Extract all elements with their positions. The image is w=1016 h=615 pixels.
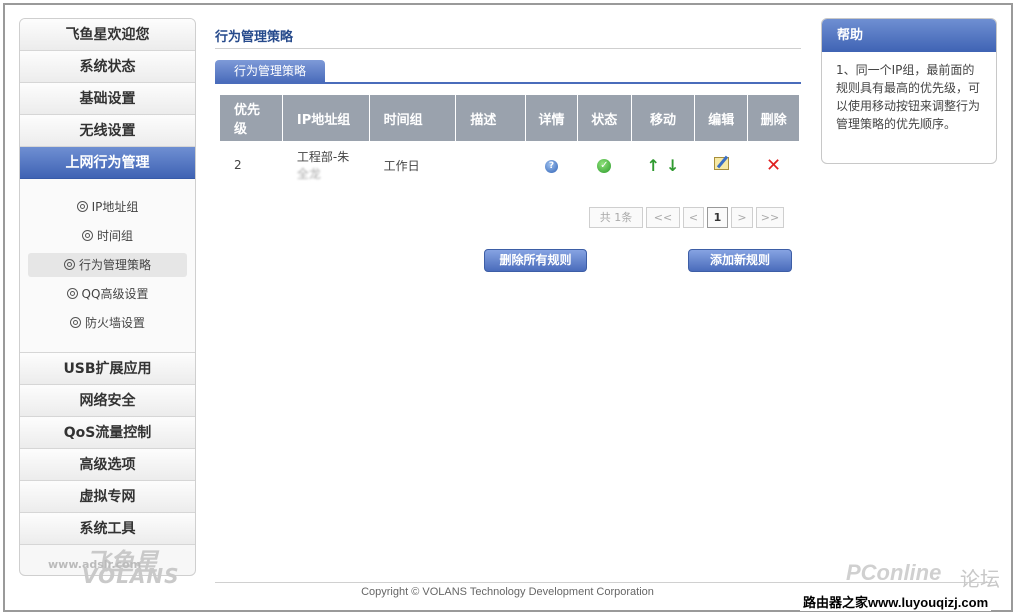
title-divider [215,48,801,49]
col-move: 移动 [631,95,695,141]
col-status: 状态 [577,95,631,141]
menu-system-tools[interactable]: 系统工具 [20,513,195,545]
menu-system-status[interactable]: 系统状态 [20,51,195,83]
table-header-row: 优先级 IP地址组 时间组 描述 详情 状态 移动 编辑 删除 [220,95,799,141]
pager-current-page[interactable]: 1 [707,207,728,228]
sub-item-qq-advanced[interactable]: QQ高级设置 [28,282,187,306]
brand-en: VOLANS [82,564,180,588]
menu-welcome[interactable]: 飞鱼星欢迎您 [20,19,195,51]
delete-all-rules-button[interactable]: 删除所有规则 [484,249,587,272]
col-ip-group: IP地址组 [282,95,369,141]
submenu-behavior: IP地址组 时间组 行为管理策略 QQ高级设置 防火墙设置 [20,179,195,353]
cell-time-group: 工作日 [383,158,420,173]
help-text: 1、同一个IP组，最前面的规则具有最高的优先级，可以使用移动按钮来调整行为管理策… [836,63,981,131]
sub-item-time-group[interactable]: 时间组 [28,224,187,248]
rules-table: 优先级 IP地址组 时间组 描述 详情 状态 移动 编辑 删除 2 工程部-朱全… [219,94,800,189]
sidebar: 飞鱼星欢迎您 系统状态 基础设置 无线设置 上网行为管理 IP地址组 时间组 行… [19,18,196,576]
menu-wireless-settings[interactable]: 无线设置 [20,115,195,147]
edit-icon[interactable] [713,157,729,170]
radio-ring-icon [66,288,78,299]
col-priority: 优先级 [220,95,282,141]
cell-delete: ✕ [748,142,799,188]
cell-ip-group-line2: 全龙 [296,167,321,181]
menu-behavior-management[interactable]: 上网行为管理 [20,147,195,179]
watermark-pconline: PConline [846,560,942,585]
sub-item-ip-group[interactable]: IP地址组 [28,195,187,219]
cell-description [456,142,525,188]
col-description: 描述 [456,95,526,141]
cell-ip-group: 工程部-朱全龙 [283,142,369,188]
sub-item-label: 防火墙设置 [84,316,145,330]
delete-icon[interactable]: ✕ [766,155,781,176]
pager-next-button[interactable]: > [731,207,753,228]
col-edit: 编辑 [695,95,748,141]
tab-behavior-policy[interactable]: 行为管理策略 [215,60,325,82]
sub-item-label: 时间组 [96,229,133,243]
tab-divider [215,82,801,84]
menu-basic-settings[interactable]: 基础设置 [20,83,195,115]
radio-ring-icon [76,201,88,212]
cell-edit [695,142,747,188]
radio-ring-icon [69,317,81,328]
add-new-rule-button[interactable]: 添加新规则 [688,249,792,272]
menu-advanced[interactable]: 高级选项 [20,449,195,481]
menu-vpn[interactable]: 虚拟专网 [20,481,195,513]
menu-qos[interactable]: QoS流量控制 [20,417,195,449]
cell-priority: 2 [234,158,242,172]
pager-last-button[interactable]: >> [756,207,784,228]
col-delete: 删除 [748,95,799,141]
sub-item-label: QQ高级设置 [81,287,149,301]
menu-network-security[interactable]: 网络安全 [20,385,195,417]
radio-ring-icon [81,230,93,241]
cell-details: ? [526,142,577,188]
pager-prev-button[interactable]: < [683,207,704,228]
sub-item-firewall[interactable]: 防火墙设置 [28,311,187,335]
radio-ring-icon [63,259,75,270]
help-panel: 帮助 1、同一个IP组，最前面的规则具有最高的优先级，可以使用移动按钮来调整行为… [821,18,997,164]
pager-total: 共 1条 [589,207,643,228]
sub-item-label: 行为管理策略 [78,258,151,272]
watermark-site: 路由器之家www.luyouqizj.com [800,592,992,611]
help-title: 帮助 [822,19,996,52]
col-details: 详情 [526,95,577,141]
check-icon[interactable]: ✓ [597,159,612,173]
table-row: 2 工程部-朱 全龙 工作日 ? ✓ ↑ ↓ ✕ [220,142,799,188]
pager-first-button[interactable]: << [646,207,680,228]
info-icon[interactable]: ? [545,160,559,173]
brand-logo: 飞鱼星 www.adslr.com VOLANS [24,542,179,588]
arrow-down-icon[interactable]: ↓ [666,156,679,175]
cell-move: ↑ ↓ [632,142,695,188]
footer-copyright: Copyright © VOLANS Technology Developmen… [361,586,654,598]
sub-item-label: IP地址组 [91,200,139,214]
page-title: 行为管理策略 [215,30,294,45]
col-time-group: 时间组 [369,95,456,141]
col-priority-line1: 优先 [234,103,261,118]
col-priority-line2: 级 [234,122,248,137]
menu-usb-apps[interactable]: USB扩展应用 [20,353,195,385]
cell-status: ✓ [578,142,631,188]
arrow-up-icon[interactable]: ↑ [647,156,660,175]
sub-item-behavior-policy[interactable]: 行为管理策略 [28,253,187,277]
cell-ip-group-line1: 工程部-朱 [296,150,350,164]
watermark-forum: 论坛 [960,567,1000,591]
